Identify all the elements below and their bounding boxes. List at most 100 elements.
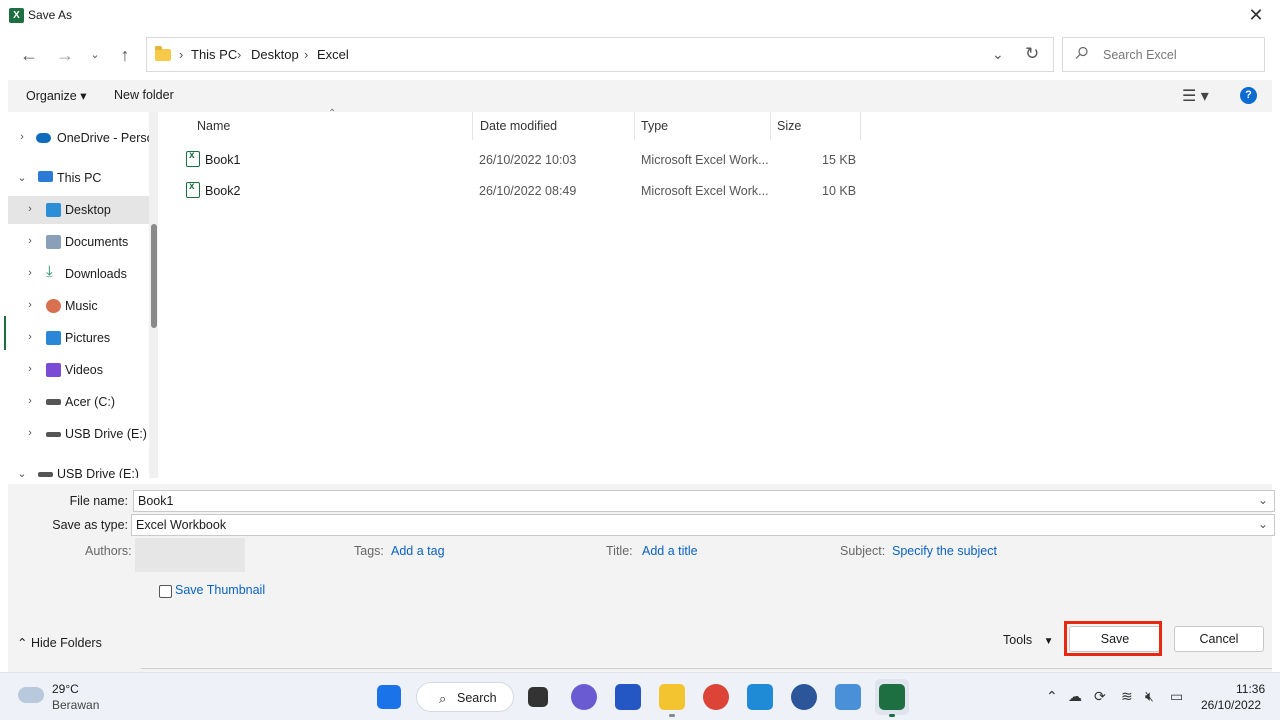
- breadcrumb-this-pc[interactable]: This PC: [191, 47, 237, 62]
- file-name: Book2: [205, 184, 241, 198]
- column-divider[interactable]: [860, 112, 861, 140]
- microsoft-store-icon[interactable]: [615, 684, 641, 710]
- notepad-icon[interactable]: [835, 684, 861, 710]
- file-row[interactable]: Book2 26/10/2022 08:49 Microsoft Excel W…: [184, 179, 864, 205]
- wifi-icon[interactable]: ≋: [1121, 688, 1133, 705]
- add-title-link[interactable]: Add a title: [642, 544, 698, 558]
- new-folder-button[interactable]: New folder: [114, 88, 174, 102]
- file-name-label: File name:: [69, 494, 128, 508]
- documents-icon: [46, 235, 61, 249]
- save-thumbnail-label[interactable]: Save Thumbnail: [175, 583, 265, 597]
- nav-label: OneDrive - Perso: [57, 131, 154, 145]
- view-options-icon[interactable]: ☰ ▾: [1182, 86, 1209, 106]
- nav-item-downloads[interactable]: › ⤓ Downloads: [8, 260, 153, 288]
- chevron-right-icon[interactable]: ›: [24, 299, 36, 311]
- window-title: Save As: [28, 8, 73, 22]
- nav-label: Music: [65, 299, 98, 313]
- chrome-icon[interactable]: [703, 684, 729, 710]
- word-icon[interactable]: [791, 684, 817, 710]
- file-name-input[interactable]: Book1 ⌄: [133, 490, 1275, 512]
- cloud-icon[interactable]: [18, 687, 44, 703]
- search-input[interactable]: Search Excel: [1062, 37, 1265, 72]
- file-list: ⌃ Name Date modified Type Size Book1 26/…: [164, 108, 1272, 478]
- recent-locations-chevron-icon[interactable]: ⌄: [82, 42, 108, 68]
- weather-temperature[interactable]: 29°C: [52, 682, 79, 696]
- column-divider[interactable]: [770, 112, 771, 140]
- breadcrumb-excel[interactable]: Excel: [317, 47, 349, 62]
- column-divider[interactable]: [472, 112, 473, 140]
- nav-item-this-pc[interactable]: ⌄ This PC: [8, 164, 153, 192]
- usb-drive-icon: [46, 432, 61, 437]
- nav-item-music[interactable]: › Music: [8, 292, 153, 320]
- chevron-right-icon[interactable]: ›: [24, 427, 36, 439]
- hide-folders-button[interactable]: ⌃ Hide Folders: [17, 635, 102, 650]
- back-arrow-icon[interactable]: ←: [16, 42, 42, 68]
- specify-subject-link[interactable]: Specify the subject: [892, 544, 997, 558]
- chevron-right-icon[interactable]: ›: [24, 363, 36, 375]
- column-header-size[interactable]: Size: [777, 119, 801, 133]
- save-as-type-select[interactable]: Excel Workbook ⌄: [131, 514, 1275, 536]
- nav-item-usb-drive-expanded[interactable]: ⌄ USB Drive (E:): [8, 460, 153, 478]
- chevron-down-icon[interactable]: ⌄: [1258, 517, 1268, 531]
- forward-arrow-icon[interactable]: →: [52, 42, 78, 68]
- nav-item-pictures[interactable]: › Pictures: [8, 324, 153, 352]
- nav-label: This PC: [57, 171, 102, 185]
- file-explorer-icon[interactable]: [659, 684, 685, 710]
- clock-time[interactable]: 11:36: [1236, 682, 1265, 696]
- taskbar-search[interactable]: ⌕ Search: [416, 682, 514, 712]
- chevron-down-icon[interactable]: ⌄: [1258, 493, 1268, 507]
- onedrive-icon[interactable]: ☁: [1068, 688, 1082, 705]
- column-divider[interactable]: [634, 112, 635, 140]
- nav-item-desktop[interactable]: › Desktop: [8, 196, 153, 224]
- teams-chat-icon[interactable]: [571, 684, 597, 710]
- chevron-down-icon[interactable]: ⌄: [16, 467, 28, 478]
- navigation-pane: › OneDrive - Perso ⌄ This PC › Desktop ›…: [8, 112, 158, 478]
- chevron-right-icon[interactable]: ›: [16, 131, 28, 143]
- task-view-icon[interactable]: [528, 687, 548, 707]
- save-thumbnail-checkbox[interactable]: [159, 585, 172, 598]
- refresh-icon[interactable]: ↻: [1025, 44, 1039, 64]
- column-header-name[interactable]: Name: [197, 119, 230, 133]
- organize-menu[interactable]: Organize ▾: [26, 88, 86, 103]
- excel-icon[interactable]: [879, 684, 905, 710]
- chevron-right-icon[interactable]: ›: [237, 47, 241, 62]
- column-header-date[interactable]: Date modified: [480, 119, 557, 133]
- nav-scrollbar-thumb[interactable]: [151, 224, 157, 328]
- windows-start-icon[interactable]: [377, 685, 401, 709]
- computer-icon: [38, 171, 53, 182]
- cancel-button[interactable]: Cancel: [1174, 626, 1264, 652]
- sync-icon[interactable]: ⟳: [1094, 688, 1106, 705]
- nav-item-usb-drive[interactable]: › USB Drive (E:): [8, 420, 153, 448]
- nav-item-acer-c[interactable]: › Acer (C:): [8, 388, 153, 416]
- chevron-right-icon[interactable]: ›: [24, 331, 36, 343]
- authors-input[interactable]: [135, 538, 245, 572]
- clock-date[interactable]: 26/10/2022: [1201, 698, 1261, 712]
- chevron-right-icon[interactable]: ›: [24, 395, 36, 407]
- chevron-right-icon[interactable]: ›: [179, 47, 183, 62]
- up-arrow-icon[interactable]: ↑: [112, 42, 138, 68]
- weather-description[interactable]: Berawan: [52, 698, 99, 712]
- chevron-down-icon[interactable]: ⌄: [16, 171, 28, 184]
- battery-icon[interactable]: ▭: [1170, 688, 1183, 705]
- chevron-down-icon[interactable]: ⌄: [992, 46, 1004, 63]
- chevron-right-icon[interactable]: ›: [304, 47, 308, 62]
- help-icon[interactable]: ?: [1240, 87, 1257, 104]
- drive-icon: [46, 399, 61, 405]
- speaker-muted-icon[interactable]: 🔇︎: [1145, 688, 1154, 705]
- vscode-icon[interactable]: [747, 684, 773, 710]
- close-button[interactable]: ✕: [1244, 5, 1268, 27]
- tools-menu[interactable]: Tools ▼: [1003, 633, 1054, 647]
- chevron-right-icon[interactable]: ›: [24, 235, 36, 247]
- file-row[interactable]: Book1 26/10/2022 10:03 Microsoft Excel W…: [184, 148, 864, 174]
- address-bar[interactable]: › This PC › Desktop › Excel ⌄ ↻: [146, 37, 1054, 72]
- breadcrumb-desktop[interactable]: Desktop: [251, 47, 299, 62]
- nav-item-documents[interactable]: › Documents: [8, 228, 153, 256]
- chevron-right-icon[interactable]: ›: [24, 203, 36, 215]
- chevron-up-icon[interactable]: ⌃: [1046, 688, 1058, 705]
- chevron-right-icon[interactable]: ›: [24, 267, 36, 279]
- add-tag-link[interactable]: Add a tag: [391, 544, 445, 558]
- nav-item-videos[interactable]: › Videos: [8, 356, 153, 384]
- chevron-up-icon: ⌃: [17, 636, 28, 650]
- nav-item-onedrive[interactable]: › OneDrive - Perso: [8, 124, 153, 152]
- column-header-type[interactable]: Type: [641, 119, 668, 133]
